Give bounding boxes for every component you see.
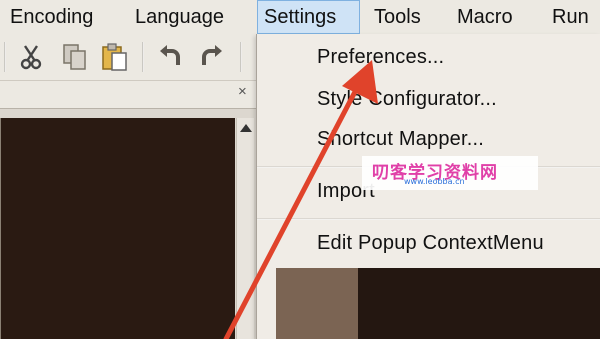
menu-item-preferences[interactable]: Preferences... [317, 46, 444, 69]
undo-icon[interactable] [156, 42, 186, 72]
cut-icon[interactable] [16, 42, 46, 72]
menu-separator [257, 218, 600, 220]
toolbar-separator [240, 42, 242, 72]
scroll-up-icon[interactable] [240, 124, 252, 132]
menu-run[interactable]: Run [546, 0, 595, 34]
menu-item-edit-popup-contextmenu[interactable]: Edit Popup ContextMenu [317, 232, 544, 255]
close-tab-icon[interactable]: × [238, 84, 247, 100]
editor-area[interactable] [0, 118, 235, 339]
vertical-scrollbar[interactable] [236, 118, 254, 339]
menu-tools[interactable]: Tools [368, 0, 427, 34]
menu-item-style-configurator[interactable]: Style Configurator... [317, 88, 497, 111]
menu-settings[interactable]: Settings [257, 0, 360, 34]
watermark: 叨客学习资料网 www.leobba.cn [362, 156, 538, 190]
toolbar-separator [4, 42, 6, 72]
menu-bar: Encoding Language Settings Tools Macro R… [0, 0, 600, 34]
menu-language[interactable]: Language [129, 0, 230, 34]
watermark-url: www.leobba.cn [404, 177, 465, 186]
editor-panel-gutter [276, 268, 358, 339]
menu-macro[interactable]: Macro [451, 0, 519, 34]
copy-icon[interactable] [60, 42, 90, 72]
toolbar-separator [142, 42, 144, 72]
paste-icon[interactable] [100, 42, 130, 72]
redo-icon[interactable] [196, 42, 226, 72]
toolbar [0, 34, 258, 80]
tab-strip [0, 80, 258, 108]
menu-item-shortcut-mapper[interactable]: Shortcut Mapper... [317, 128, 484, 151]
menu-encoding[interactable]: Encoding [4, 0, 99, 34]
